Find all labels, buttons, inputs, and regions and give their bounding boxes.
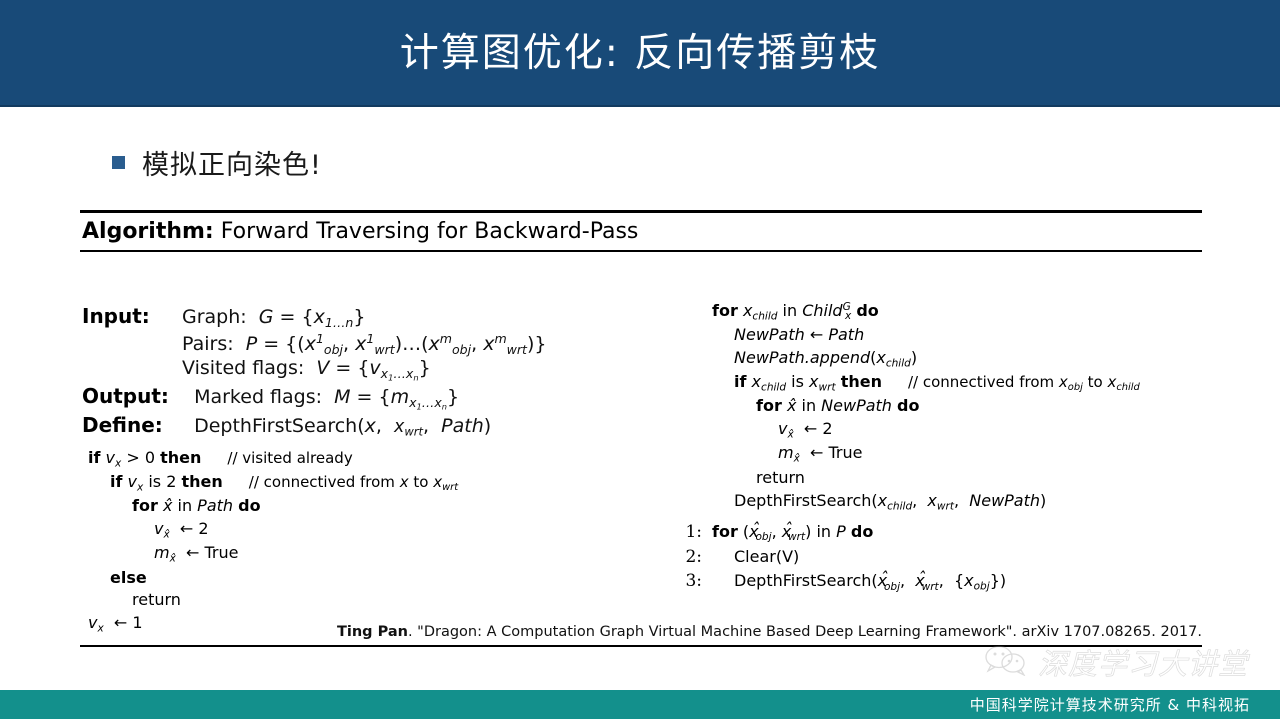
code-statement: mx̂ ← True xyxy=(778,443,863,465)
algorithm-io-row-visited: Visited flags: V = {vx1…xn} xyxy=(182,357,547,383)
slide-header-bar: 计算图优化: 反向传播剪枝 xyxy=(0,0,1280,107)
bullet-item-label: 模拟正向染色! xyxy=(142,150,322,181)
code-line: NewPath.append(xchild) xyxy=(676,347,1206,371)
pseudocode-column-right: for xchild in ChildGx do NewPath ← Path … xyxy=(676,300,1206,595)
io-value-define: DepthFirstSearch(x, xwrt, Path) xyxy=(182,414,492,439)
citation-text: Ting Pan. "Dragon: A Computation Graph V… xyxy=(80,624,1202,640)
code-statement: mx̂ ← True xyxy=(154,543,239,565)
code-statement: DepthFirstSearch(xchild, xwrt, NewPath) xyxy=(734,490,1047,512)
code-statement: return xyxy=(132,590,181,610)
code-statement: DepthFirstSearch(x̂obj, x̂wrt, {xobj}) xyxy=(734,571,1007,593)
code-statement: if vx > 0 then xyxy=(88,447,202,469)
code-statement: else xyxy=(110,567,147,587)
watermark: 深度学习大讲堂 xyxy=(982,641,1248,683)
code-line: NewPath ← Path xyxy=(676,324,1206,347)
footer-bar: 中国科学院计算技术研究所 & 中科视拓 xyxy=(0,690,1280,719)
algorithm-bottom-rule xyxy=(80,645,1202,647)
wechat-icon xyxy=(982,644,1030,680)
code-comment: // visited already xyxy=(227,448,353,467)
code-line: if vx is 2 then // connectived from x to… xyxy=(88,471,648,495)
algorithm-io-section: Input: Graph: G = {x1…n} Pairs: P = {(x1… xyxy=(82,304,547,440)
code-statement: vx̂ ← 2 xyxy=(778,419,833,441)
io-label-define: Define: xyxy=(82,412,163,437)
io-label-output: Output: xyxy=(82,384,169,409)
page-title: 计算图优化: 反向传播剪枝 xyxy=(399,31,881,76)
code-comment: // connectived from xobj to xchild xyxy=(907,373,1140,394)
citation-reference: . "Dragon: A Computation Graph Virtual M… xyxy=(407,624,1202,640)
io-value-marked-flags: Marked flags: M = {mx1…xn} xyxy=(182,386,460,412)
code-statement: NewPath.append(xchild) xyxy=(734,347,918,370)
io-value-pairs: Pairs: P = {(x1obj, x1wrt)…(xmobj, xmwrt… xyxy=(182,330,547,357)
line-number: 3: xyxy=(685,571,702,592)
code-line: return xyxy=(88,589,648,612)
io-value-graph: Graph: G = {x1…n} xyxy=(182,305,366,330)
code-line: for x̂ in Path do xyxy=(88,495,648,518)
code-statement: return xyxy=(756,467,805,487)
algorithm-body: Input: Graph: G = {x1…n} Pairs: P = {(x1… xyxy=(80,252,1202,642)
algorithm-io-row-define: Define: DepthFirstSearch(x, xwrt, Path) xyxy=(82,413,547,439)
line-number: 1: xyxy=(685,521,702,542)
code-statement: for x̂ in NewPath do xyxy=(756,396,920,416)
algorithm-io-row-pairs: Pairs: P = {(x1obj, x1wrt)…(xmobj, xmwrt… xyxy=(182,331,547,357)
code-line: else xyxy=(88,567,648,590)
algorithm-io-row-input: Input: Graph: G = {x1…n} xyxy=(82,304,547,330)
io-value-visited-flags: Visited flags: V = {vx1…xn} xyxy=(182,357,431,384)
algorithm-title-label: Algorithm: xyxy=(82,219,214,244)
code-statement: for xchild in ChildGx do xyxy=(712,300,879,322)
line-number: 2: xyxy=(685,547,702,568)
algorithm-title: Algorithm: Forward Traversing for Backwa… xyxy=(80,213,1202,250)
watermark-label: 深度学习大讲堂 xyxy=(1037,647,1248,682)
code-line: vx̂ ← 2 xyxy=(676,418,1206,442)
code-line: 2: Clear(V) xyxy=(676,545,1206,569)
code-statement: NewPath ← Path xyxy=(734,324,865,344)
code-line: if vx > 0 then // visited already xyxy=(88,447,648,471)
code-statement: Clear(V) xyxy=(734,547,800,567)
code-line: for xchild in ChildGx do xyxy=(676,300,1206,324)
code-line: if xchild is xwrt then // connectived fr… xyxy=(676,371,1206,395)
code-line: DepthFirstSearch(xchild, xwrt, NewPath) xyxy=(676,490,1206,514)
square-bullet-icon xyxy=(112,156,125,169)
code-line: for x̂ in NewPath do xyxy=(676,395,1206,418)
footer-label: 中国科学院计算技术研究所 & 中科视拓 xyxy=(969,696,1250,714)
code-line: vx̂ ← 2 xyxy=(88,518,648,542)
code-line: 3: DepthFirstSearch(x̂obj, x̂wrt, {xobj}… xyxy=(676,569,1206,594)
bullet-item: 模拟正向染色! xyxy=(112,143,322,182)
code-line: 1: for (x̂obj, x̂wrt) in P do xyxy=(676,520,1206,545)
algorithm-title-name: Forward Traversing for Backward-Pass xyxy=(220,219,639,244)
code-statement: for x̂ in Path do xyxy=(132,496,261,516)
code-statement: if xchild is xwrt then xyxy=(734,372,882,394)
code-line: mx̂ ← True xyxy=(88,542,648,566)
algorithm-block: Algorithm: Forward Traversing for Backwa… xyxy=(80,210,1202,642)
pseudocode-column-left: if vx > 0 then // visited already if vx … xyxy=(88,447,648,637)
code-statement: for (x̂obj, x̂wrt) in P do xyxy=(712,521,874,544)
io-label-input: Input: xyxy=(82,303,150,328)
code-statement: vx̂ ← 2 xyxy=(154,519,209,541)
citation-author: Ting Pan xyxy=(336,624,408,640)
algorithm-io-row-output: Output: Marked flags: M = {mx1…xn} xyxy=(82,384,547,412)
code-comment: // connectived from x to xwrt xyxy=(248,472,459,494)
code-statement: if vx is 2 then xyxy=(110,471,223,494)
code-line: mx̂ ← True xyxy=(676,442,1206,466)
code-line: return xyxy=(676,467,1206,490)
